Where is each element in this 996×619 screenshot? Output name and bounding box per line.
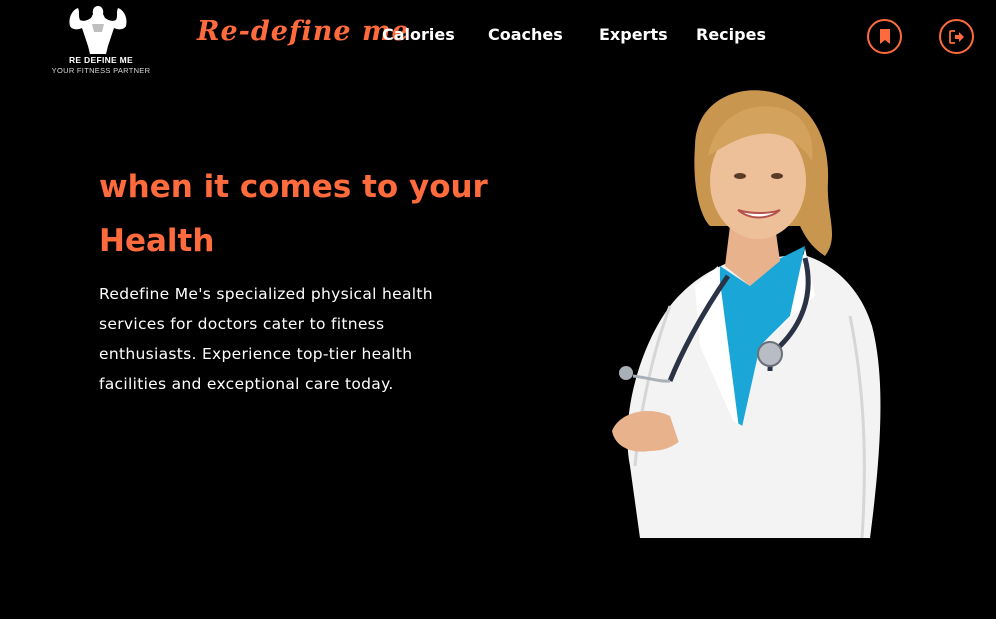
bookmark-button[interactable]	[867, 19, 902, 54]
bodybuilder-logo-icon	[69, 6, 127, 54]
sign-out-icon	[948, 29, 964, 44]
brand-name[interactable]: Re-define me	[197, 16, 410, 47]
doctor-photo	[612, 90, 881, 538]
hero-title-line1: when it comes to your	[99, 169, 488, 205]
page: RE DEFINE ME YOUR FITNESS PARTNER Re-def…	[0, 0, 996, 619]
nav-experts[interactable]: Experts	[599, 25, 668, 44]
hero-title-line2: Health	[99, 223, 215, 259]
hero-title: when it comes to your Health	[99, 160, 539, 268]
hero-description: Redefine Me's specialized physical healt…	[99, 285, 433, 393]
logo[interactable]: RE DEFINE ME YOUR FITNESS PARTNER	[46, 0, 156, 80]
nav-recipes[interactable]: Recipes	[696, 25, 766, 44]
logo-tagline: YOUR FITNESS PARTNER	[51, 66, 151, 75]
nav-calories[interactable]: Calories	[382, 25, 455, 44]
nav-coaches[interactable]: Coaches	[488, 25, 563, 44]
logout-button[interactable]	[939, 19, 974, 54]
logo-title: RE DEFINE ME	[68, 55, 134, 65]
bookmark-icon	[879, 29, 890, 44]
